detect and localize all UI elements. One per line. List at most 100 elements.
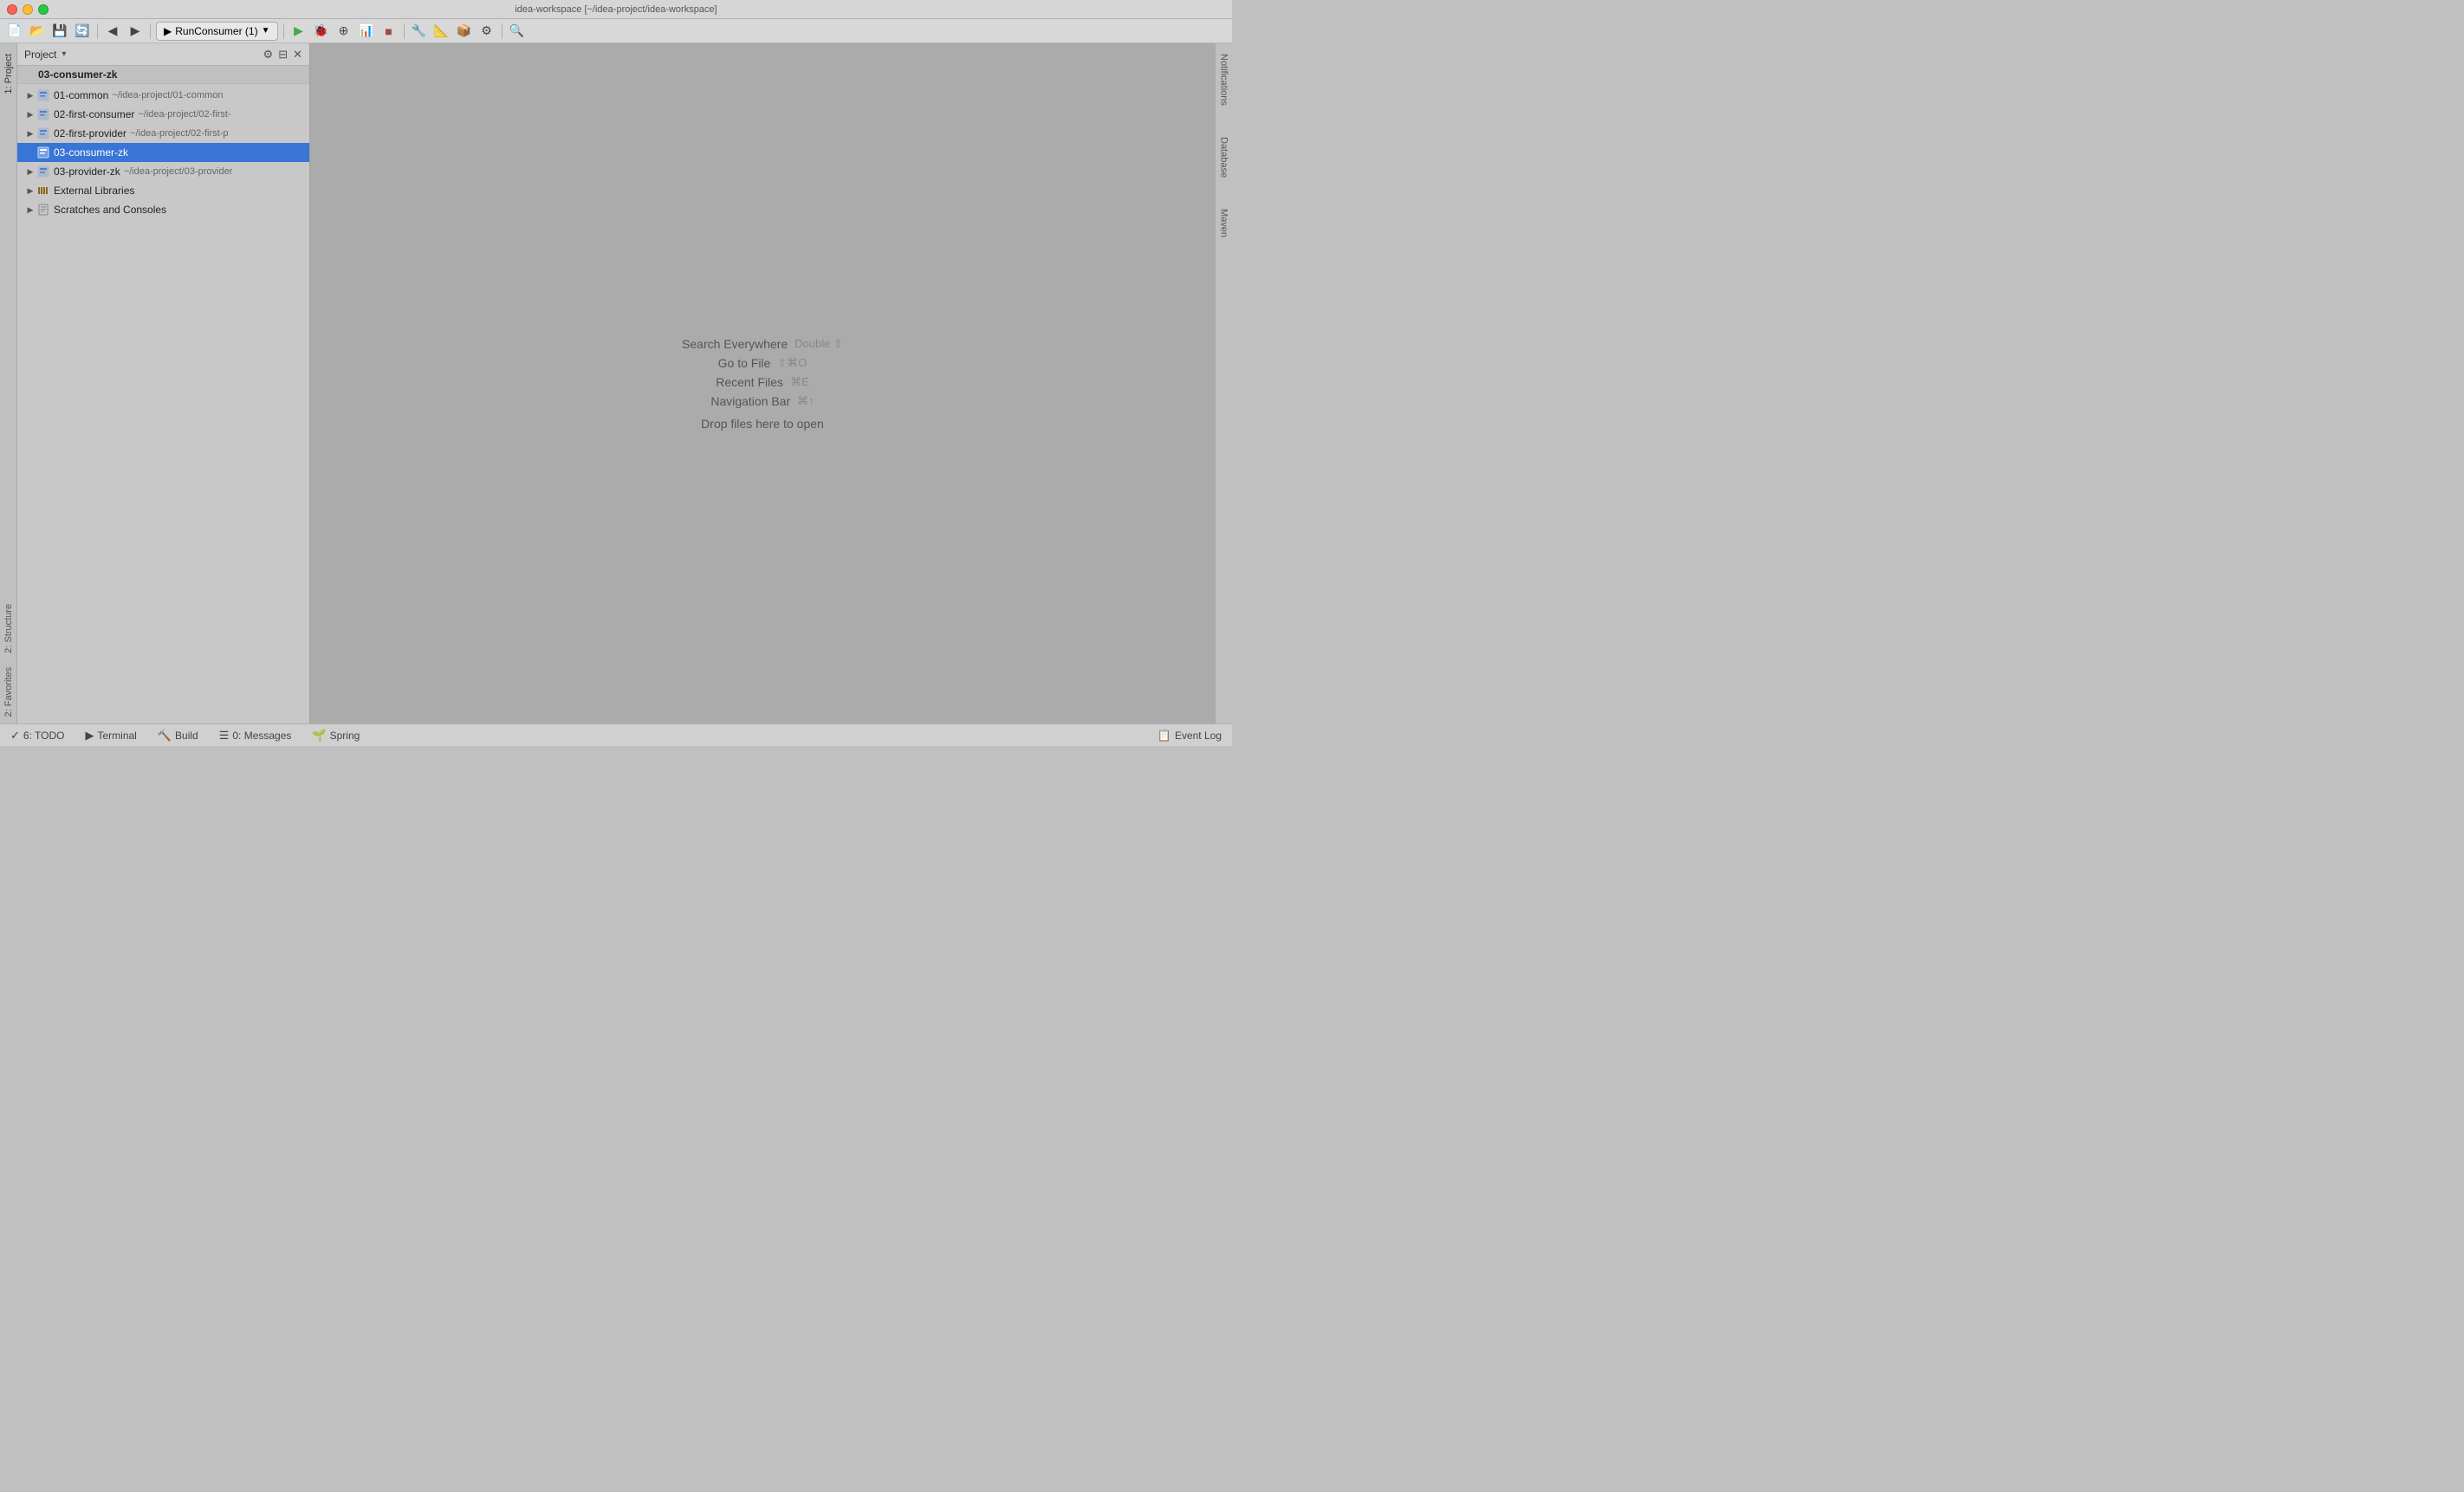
tree-label-scratches-consoles: Scratches and Consoles (54, 204, 166, 216)
back-button[interactable]: ◀ (103, 22, 122, 41)
save-button[interactable]: 💾 (50, 22, 69, 41)
editor-area[interactable]: Search Everywhere Double ⇧ Go to File ⇧⌘… (310, 43, 1215, 723)
search-everywhere-shortcut: Double ⇧ (794, 337, 843, 351)
status-messages[interactable]: ☰ 0: Messages (216, 727, 295, 744)
status-messages-label: 0: Messages (232, 730, 291, 742)
tree-item-01-common[interactable]: ▶ 01-common ~/idea-project/01-common (17, 86, 309, 105)
status-bar: ✓ 6: TODO ▶ Terminal 🔨 Build ☰ 0: Messag… (0, 723, 1232, 746)
open-button[interactable]: 📂 (28, 22, 47, 41)
module-icon-02-first-consumer (36, 107, 50, 121)
right-side-strip: Notifications Database Maven (1215, 43, 1232, 723)
project-panel: Project ▾ ⚙ ⊟ ✕ 03-consumer-zk ▶ 01-comm… (17, 43, 310, 723)
tree-label-03-consumer-zk: 03-consumer-zk (54, 146, 128, 159)
tree-item-02-first-consumer[interactable]: ▶ 02-first-consumer ~/idea-project/02-fi… (17, 105, 309, 124)
collapse-arrow-02-first-provider[interactable]: ▶ (24, 127, 36, 139)
panel-layout-icon[interactable]: ⊟ (278, 48, 288, 62)
status-todo[interactable]: ✓ 6: TODO (7, 727, 68, 744)
run-config-icon: ▶ (164, 25, 172, 37)
collapse-arrow-01-common[interactable]: ▶ (24, 89, 36, 101)
database-tab[interactable]: Database (1217, 130, 1231, 185)
main-layout: 1: Project 2: Structure 2: Favorites Pro… (0, 43, 1232, 723)
structure-tab[interactable]: 2: Structure (2, 597, 16, 660)
panel-header: Project ▾ ⚙ ⊟ ✕ (17, 43, 309, 66)
minimize-button[interactable] (23, 4, 33, 15)
collapse-arrow-02-first-consumer[interactable]: ▶ (24, 108, 36, 120)
navigation-bar-hint[interactable]: Navigation Bar (710, 394, 790, 408)
event-log-icon: 📋 (1157, 729, 1171, 743)
forward-button[interactable]: ▶ (126, 22, 145, 41)
panel-close-icon[interactable]: ✕ (293, 48, 302, 62)
go-to-file-hint[interactable]: Go to File (718, 356, 771, 370)
terminal-icon: ▶ (85, 729, 94, 743)
debug-button[interactable]: 🐞 (312, 22, 331, 41)
tools-button-4[interactable]: ⚙ (477, 22, 496, 41)
tree-item-external-libraries[interactable]: ▶ External Libraries (17, 181, 309, 200)
recent-files-hint[interactable]: Recent Files (716, 375, 783, 389)
status-spring-label: Spring (330, 730, 360, 742)
tree-path-03-provider-zk: ~/idea-project/03-provider (124, 166, 233, 177)
messages-icon: ☰ (219, 729, 230, 743)
drop-files-hint: Drop files here to open (701, 417, 824, 431)
tools-button-1[interactable]: 🔧 (410, 22, 429, 41)
panel-title: Project (24, 49, 56, 61)
panel-title-arrow-icon[interactable]: ▾ (62, 49, 66, 59)
close-button[interactable] (7, 4, 17, 15)
stop-button[interactable]: ■ (379, 22, 399, 41)
tools-button-2[interactable]: 📐 (432, 22, 451, 41)
new-file-button[interactable]: 📄 (5, 22, 24, 41)
status-terminal-label: Terminal (97, 730, 136, 742)
status-build[interactable]: 🔨 Build (154, 727, 202, 744)
status-spring[interactable]: 🌱 Spring (308, 727, 363, 744)
separator-5 (502, 23, 503, 39)
tree-path-01-common: ~/idea-project/01-common (112, 90, 223, 101)
scratches-icon (36, 203, 50, 217)
search-everywhere-hint[interactable]: Search Everywhere (682, 337, 788, 351)
collapse-arrow-03-consumer-zk[interactable] (24, 146, 36, 159)
panel-settings-icon[interactable]: ⚙ (263, 48, 274, 62)
maximize-button[interactable] (38, 4, 49, 15)
status-event-log[interactable]: 📋 Event Log (1154, 727, 1225, 744)
maven-tab[interactable]: Maven (1217, 202, 1231, 244)
toolbar: 📄 📂 💾 🔄 ◀ ▶ ▶ RunConsumer (1) ▼ ▶ 🐞 ⊕ 📊 … (0, 19, 1232, 43)
sync-button[interactable]: 🔄 (73, 22, 92, 41)
separator-3 (283, 23, 284, 39)
status-event-log-label: Event Log (1175, 730, 1222, 742)
separator-4 (404, 23, 405, 39)
project-tree: ▶ 01-common ~/idea-project/01-common ▶ 0… (17, 84, 309, 723)
separator-2 (150, 23, 151, 39)
separator-1 (97, 23, 98, 39)
tree-item-scratches-consoles[interactable]: ▶ Scratches and Consoles (17, 200, 309, 219)
collapse-arrow-03-provider-zk[interactable]: ▶ (24, 165, 36, 178)
tree-label-external-libraries: External Libraries (54, 185, 134, 197)
module-icon-03-provider-zk (36, 165, 50, 178)
project-root-label: 03-consumer-zk (17, 66, 309, 84)
search-everywhere-toolbar-button[interactable]: 🔍 (508, 22, 527, 41)
run-button[interactable]: ▶ (289, 22, 308, 41)
project-tab[interactable]: 1: Project (2, 47, 16, 101)
run-config-dropdown[interactable]: ▶ RunConsumer (1) ▼ (156, 22, 278, 41)
favorites-tab[interactable]: 2: Favorites (2, 660, 16, 723)
navigation-bar-shortcut: ⌘↑ (797, 394, 814, 408)
tree-item-03-provider-zk[interactable]: ▶ 03-provider-zk ~/idea-project/03-provi… (17, 162, 309, 181)
profile-button[interactable]: 📊 (357, 22, 376, 41)
notifications-tab[interactable]: Notifications (1217, 47, 1231, 113)
left-side-strip: 1: Project 2: Structure 2: Favorites (0, 43, 17, 723)
run-config-arrow-icon: ▼ (262, 26, 270, 36)
tree-label-01-common: 01-common (54, 89, 108, 101)
tree-path-02-first-provider: ~/idea-project/02-first-p (130, 128, 228, 139)
tree-item-02-first-provider[interactable]: ▶ 02-first-provider ~/idea-project/02-fi… (17, 124, 309, 143)
window-controls (7, 4, 49, 15)
go-to-file-shortcut: ⇧⌘O (777, 356, 807, 370)
panel-header-icons: ⚙ ⊟ ✕ (263, 48, 302, 62)
tree-item-03-consumer-zk[interactable]: 03-consumer-zk (17, 143, 309, 162)
status-terminal[interactable]: ▶ Terminal (81, 727, 139, 744)
module-icon-03-consumer-zk (36, 146, 50, 159)
status-todo-label: 6: TODO (23, 730, 65, 742)
title-bar: idea-workspace [~/idea-project/idea-work… (0, 0, 1232, 19)
coverage-button[interactable]: ⊕ (334, 22, 353, 41)
run-config-label: RunConsumer (1) (175, 25, 257, 37)
collapse-arrow-scratches[interactable]: ▶ (24, 204, 36, 216)
tools-button-3[interactable]: 📦 (455, 22, 474, 41)
collapse-arrow-external-libraries[interactable]: ▶ (24, 185, 36, 197)
todo-icon: ✓ (10, 729, 20, 743)
